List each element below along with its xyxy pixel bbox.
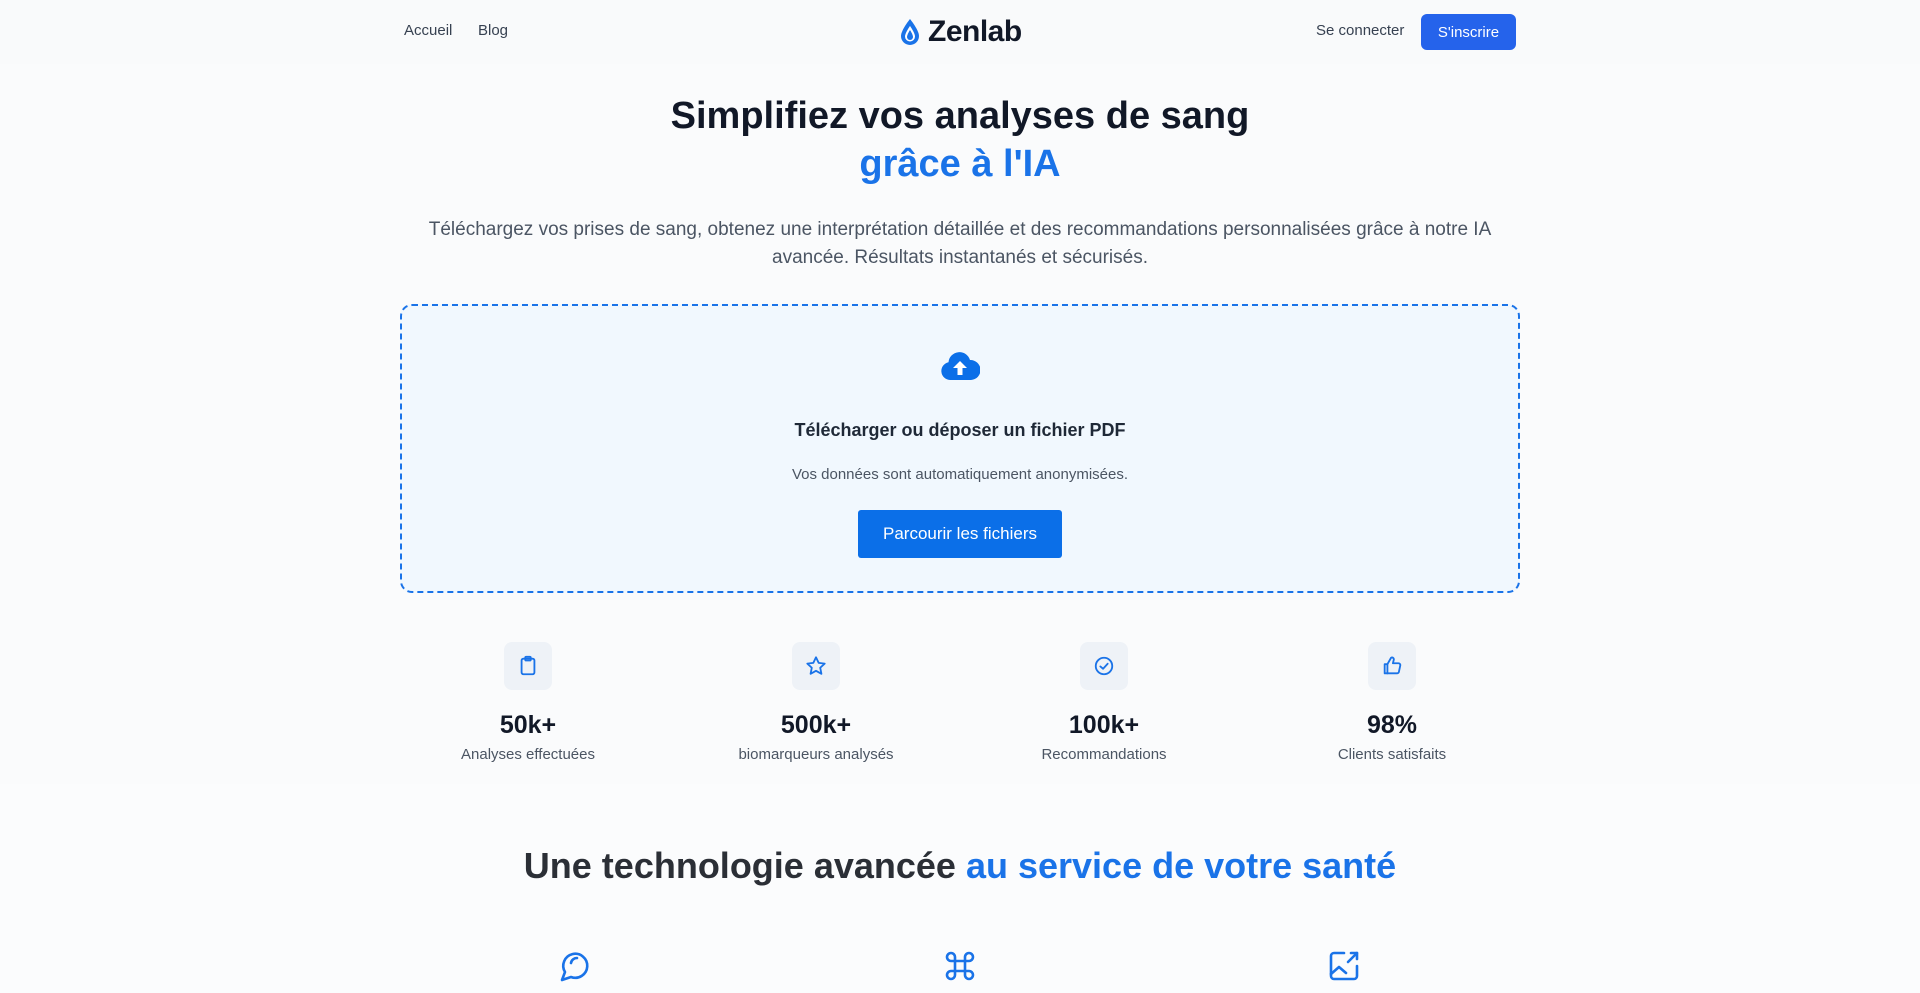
brand-logo[interactable]: Zenlab bbox=[898, 14, 1022, 50]
stat-label: Recommandations bbox=[1041, 746, 1167, 763]
blood-drop-icon bbox=[901, 19, 919, 45]
clipboard-icon bbox=[520, 655, 536, 676]
stat-value: 98% bbox=[1366, 711, 1418, 739]
command-icon bbox=[945, 951, 975, 981]
star-icon bbox=[806, 656, 826, 675]
stat-icon-box bbox=[1368, 642, 1416, 690]
nav-link-accueil[interactable]: Accueil bbox=[404, 22, 452, 39]
stat-label: biomarqueurs analysés bbox=[738, 746, 894, 763]
stat-value: 100k+ bbox=[1068, 711, 1140, 739]
nav-link-blog[interactable]: Blog bbox=[478, 22, 508, 39]
top-navigation: Accueil Blog Zenlab Se connecter S'inscr… bbox=[0, 0, 1920, 64]
stat-icon-box bbox=[792, 642, 840, 690]
thumbs-up-icon bbox=[1383, 656, 1402, 675]
hero-subtitle: Téléchargez vos prises de sang, obtenez … bbox=[428, 219, 1492, 268]
features-section-title: Une technologie avancée au service de vo… bbox=[0, 842, 1920, 890]
stat-analyses: 50k+ Analyses effectuées bbox=[408, 642, 648, 763]
browse-files-button[interactable]: Parcourir les fichiers bbox=[858, 510, 1062, 558]
login-link[interactable]: Se connecter bbox=[1316, 22, 1404, 39]
stat-label: Analyses effectuées bbox=[461, 746, 595, 763]
hero-title-accent: grâce à l'IA bbox=[859, 143, 1061, 185]
stat-icon-box bbox=[1080, 642, 1128, 690]
stat-icon-box bbox=[504, 642, 552, 690]
upload-title: Télécharger ou déposer un fichier PDF bbox=[794, 420, 1126, 440]
image-edit-icon bbox=[1329, 951, 1359, 981]
pdf-upload-dropzone[interactable]: Télécharger ou déposer un fichier PDF Vo… bbox=[400, 304, 1520, 593]
stat-value: 500k+ bbox=[780, 711, 852, 739]
upload-privacy-note: Vos données sont automatiquement anonymi… bbox=[791, 466, 1129, 483]
hero-title: Simplifiez vos analyses de sang bbox=[670, 95, 1250, 137]
section-title-accent: au service de votre santé bbox=[965, 845, 1397, 886]
stat-label: Clients satisfaits bbox=[1337, 746, 1447, 763]
stat-value: 50k+ bbox=[499, 711, 557, 739]
brand-name: Zenlab bbox=[928, 15, 1022, 48]
stat-recommendations: 100k+ Recommandations bbox=[984, 642, 1224, 763]
check-circle-icon bbox=[1094, 656, 1114, 676]
signup-button[interactable]: S'inscrire bbox=[1421, 14, 1516, 50]
stat-satisfaction: 98% Clients satisfaits bbox=[1272, 642, 1512, 763]
section-title-main: Une technologie avancée bbox=[523, 845, 956, 886]
chat-bubble-icon bbox=[560, 952, 589, 982]
cloud-upload-icon bbox=[941, 352, 980, 380]
stat-biomarkers: 500k+ biomarqueurs analysés bbox=[696, 642, 936, 763]
